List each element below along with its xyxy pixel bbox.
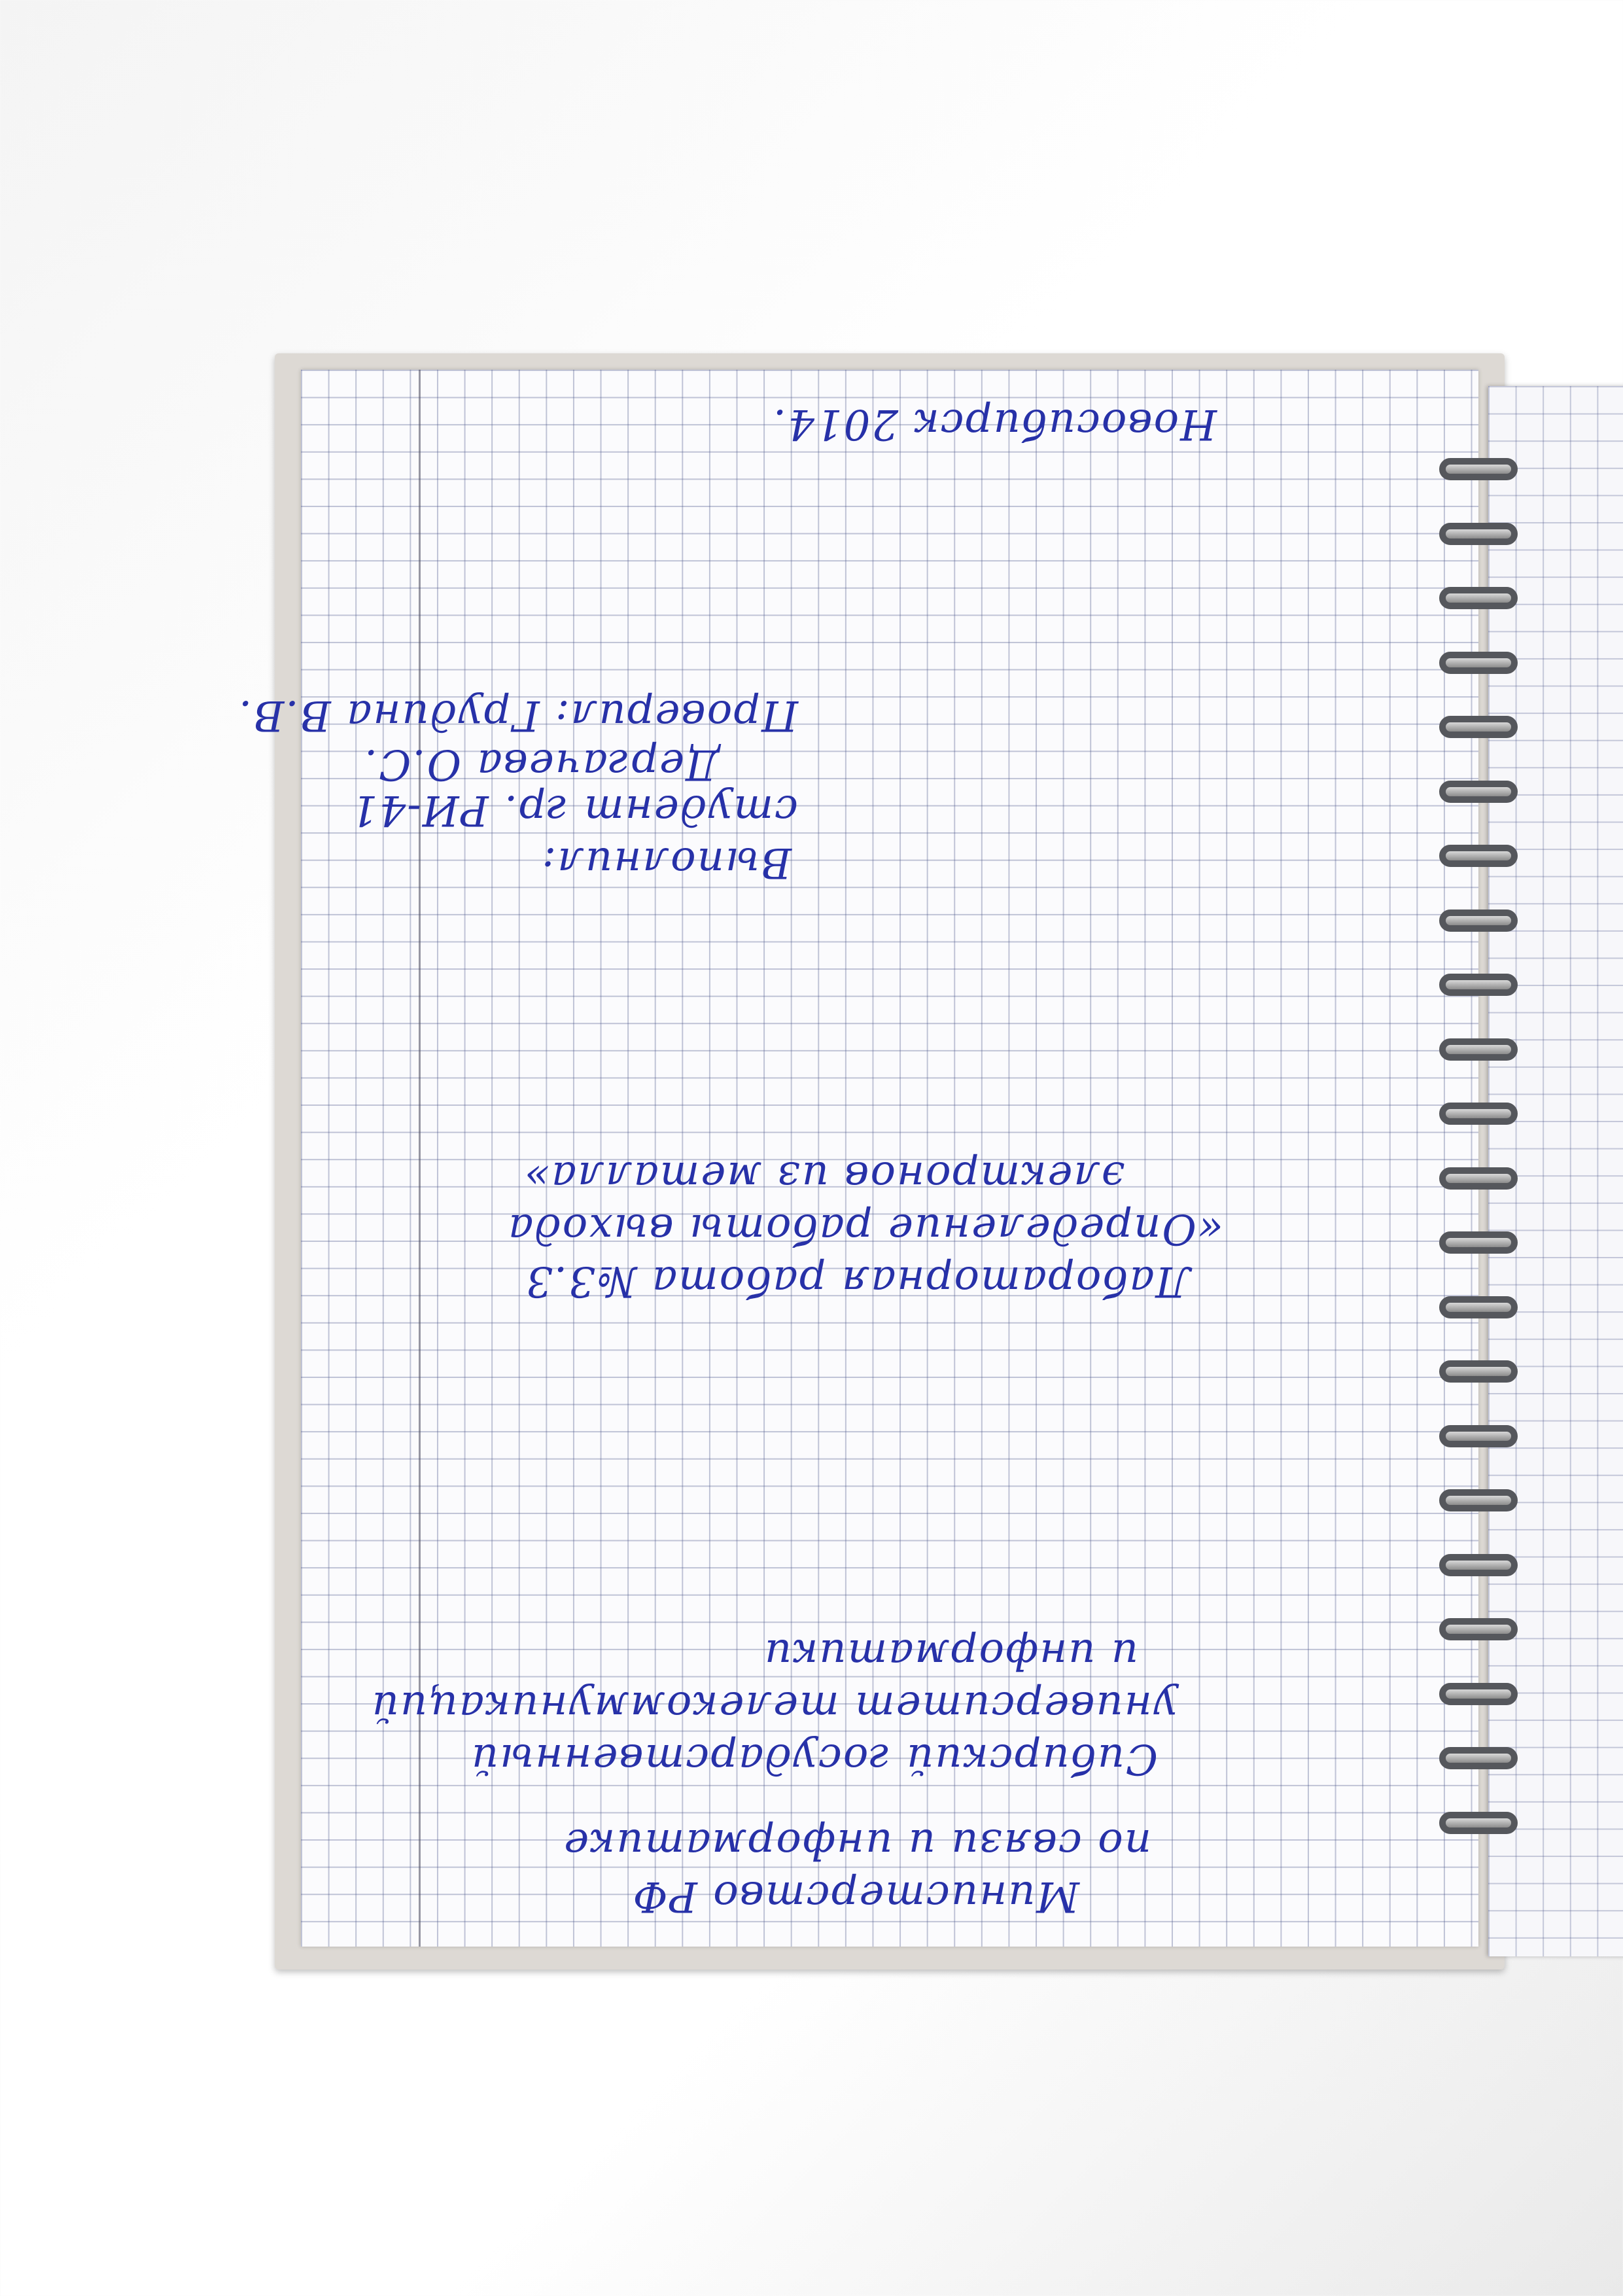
university-line-2: университет телекоммуникаций	[370, 1682, 1178, 1731]
university-line-1: Сибирский государственный	[470, 1735, 1158, 1783]
spiral-ring	[1439, 1038, 1518, 1061]
spiral-ring	[1439, 458, 1518, 480]
checked-by: Проверил: Грудина В.В.	[237, 691, 798, 739]
spiral-ring	[1439, 1553, 1518, 1576]
city-year: Новосибирск 2014.	[771, 400, 1217, 448]
student-name: Дергачева О.С.	[363, 740, 720, 788]
spiral-ring	[1439, 845, 1518, 867]
spiral-ring	[1439, 1424, 1518, 1447]
spiral-ring	[1439, 1618, 1518, 1640]
spiral-ring	[1439, 1747, 1518, 1769]
spiral-ring	[1439, 1360, 1518, 1383]
ministry-line: Министерство РФ	[631, 1872, 1079, 1920]
handwritten-title-page: Министерство РФ по связи и информатике С…	[237, 370, 1478, 1947]
university-line-3: и информатики	[763, 1630, 1138, 1678]
spiral-ring	[1439, 1296, 1518, 1318]
lab-subject-2: электронов из металла»	[523, 1152, 1125, 1201]
spiral-ring	[1439, 1103, 1518, 1125]
lab-title: Лабораторная работа №3.3	[525, 1257, 1191, 1305]
spiral-ring	[1439, 1811, 1518, 1834]
spiral-ring	[1439, 1231, 1518, 1254]
spiral-ring	[1439, 1489, 1518, 1511]
spiral-ring	[1439, 522, 1518, 545]
spiral-ring	[1439, 651, 1518, 674]
spiral-ring	[1439, 716, 1518, 738]
lab-subject-1: «Определение работы выхода	[507, 1205, 1223, 1253]
spiral-ring	[1439, 974, 1518, 996]
ministry-cont-line: по связи и информатике	[563, 1820, 1151, 1868]
spiral-ring	[1439, 1167, 1518, 1190]
spiral-ring	[1439, 1682, 1518, 1705]
spiral-ring	[1439, 909, 1518, 932]
student-group: студент гр. РИ-41	[349, 786, 798, 834]
spiral-ring	[1439, 780, 1518, 803]
spiral-binding	[1426, 458, 1544, 1884]
spiral-ring	[1439, 587, 1518, 609]
performed-label: Выполнил:	[540, 838, 792, 887]
